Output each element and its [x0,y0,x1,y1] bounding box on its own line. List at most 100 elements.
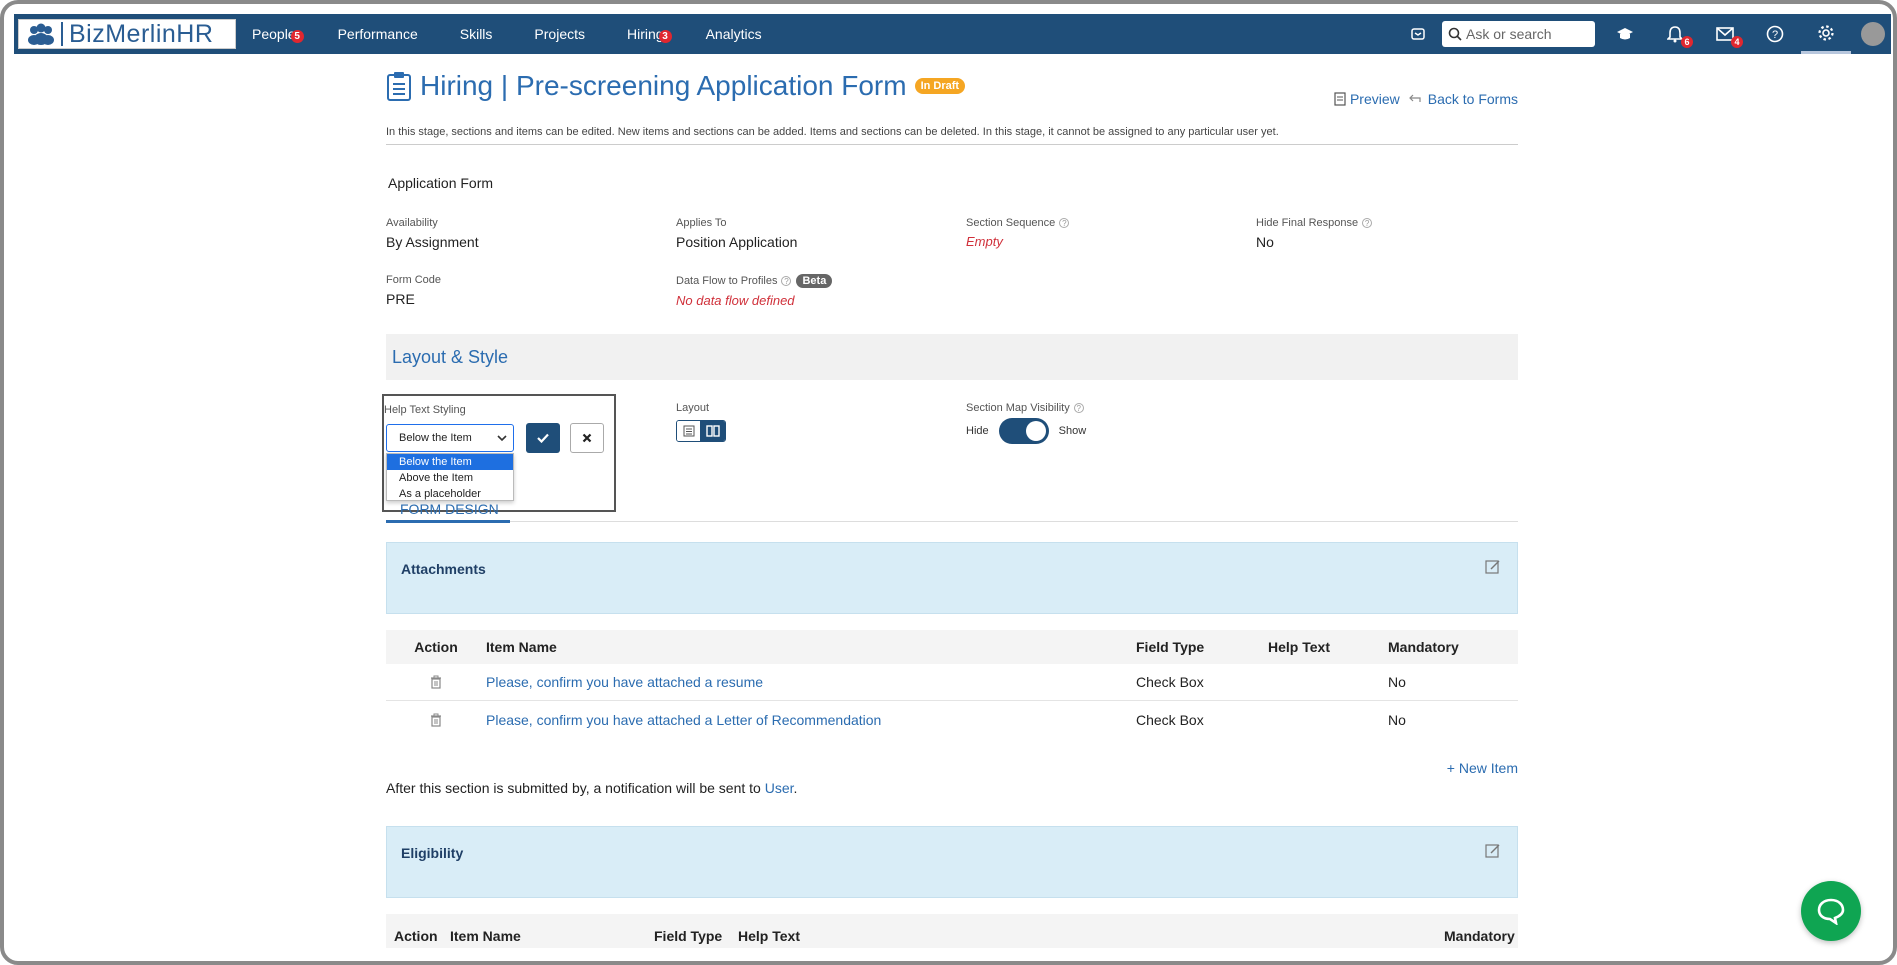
inbox-icon[interactable] [1406,22,1430,46]
hide-final-label-row: Hide Final Response? [1256,217,1518,229]
col-item-name: Item Name [486,639,557,655]
row-action [386,675,486,689]
avatar[interactable] [1861,22,1885,46]
item-name-link[interactable]: Please, confirm you have attached a Lett… [486,712,1136,728]
check-icon [537,433,549,443]
table-header: Action Item Name Field Type Help Text Ma… [386,630,1518,664]
top-navbar: BizMerlinHR People 5 Performance Skills P… [14,14,1891,54]
gear-icon [1818,24,1834,41]
data-flow-field: Data Flow to Profiles? Beta No data flow … [676,274,966,308]
cancel-button[interactable] [570,423,604,453]
availability-label: Availability [386,217,438,229]
mandatory: No [1388,711,1406,728]
attachments-items-table: Action Item Name Field Type Help Text Ma… [386,630,1518,738]
chat-button[interactable] [1801,881,1861,941]
help-icon[interactable]: ? [1763,22,1787,46]
nav-label: Skills [459,26,493,42]
form-code-field: Form Code PRE [386,274,676,308]
new-item-button[interactable]: + New Item [1447,760,1518,776]
nav-right-tools: Ask or search 6 4 ? [1406,14,1891,54]
trash-icon[interactable] [430,675,442,689]
stage-description: In this stage, sections and items can be… [386,126,1518,145]
preview-link[interactable]: Preview [1350,91,1400,107]
nav-item-performance[interactable]: Performance [338,26,418,42]
nav-item-analytics[interactable]: Analytics [706,26,762,42]
section-title: Eligibility [401,845,464,861]
col-action: Action [394,928,438,944]
edit-icon[interactable] [1485,559,1501,575]
col-help-text: Help Text [738,928,800,944]
nav-label: Performance [337,26,418,42]
two-column-layout-icon[interactable] [700,421,725,441]
close-icon [582,433,592,443]
hide-final-response-field: Hide Final Response? No [1256,217,1518,250]
notify-prefix: After this section is submitted by, a no… [386,780,761,796]
confirm-button[interactable] [526,423,560,453]
nav-label: Hiring [627,26,664,42]
section-map-visibility-control: Hide Show [966,418,1086,444]
help-text-styling-label: Help Text Styling [384,404,466,416]
notification-note: After this section is submitted by, a no… [386,780,1518,796]
help-text-styling-select[interactable]: Below the Item [386,424,514,452]
help-icon[interactable]: ? [781,276,792,286]
eligibility-section-header: Eligibility [386,826,1518,898]
chat-icon [1817,898,1845,925]
help-icon[interactable]: ? [1362,218,1373,228]
main-content: Hiring | Pre-screening Application Form … [382,66,1518,948]
back-to-forms-link[interactable]: Back to Forms [1428,91,1518,107]
help-text-styling-editor: Help Text Styling Below the Item Below t… [382,394,616,512]
layout-style-header: Layout & Style [386,334,1518,380]
learning-icon[interactable] [1613,22,1637,46]
col-action: Action [414,639,458,655]
section-sequence-label-row: Section Sequence? [966,217,1256,229]
section-sequence-value[interactable]: Empty [966,234,1256,249]
trash-icon[interactable] [430,713,442,727]
help-icon[interactable]: ? [1059,218,1070,228]
hiring-badge: 3 [658,30,672,43]
search-icon [1448,27,1462,41]
data-flow-label-row: Data Flow to Profiles? Beta [676,274,966,288]
tab-form-design[interactable]: FORM DESIGN [386,501,510,523]
back-arrow-icon [1408,94,1421,102]
mail-icon[interactable]: 4 [1713,22,1743,48]
section-map-visibility-toggle[interactable] [998,418,1049,444]
people-badge: 5 [290,30,304,43]
nav-item-hiring[interactable]: Hiring 3 [627,26,672,43]
help-icon[interactable]: ? [1073,403,1084,413]
single-column-layout-icon[interactable] [677,421,701,441]
help-text-styling-options: Below the Item Above the Item As a place… [386,453,514,501]
col-item-name: Item Name [450,928,521,944]
bell-icon[interactable]: 6 [1663,22,1693,48]
search-input[interactable]: Ask or search [1442,21,1595,47]
nav-item-skills[interactable]: Skills [460,26,493,42]
col-help-text: Help Text [1268,639,1330,655]
nav-label: Projects [534,26,585,42]
beta-badge: Beta [796,274,833,288]
notify-user-link[interactable]: User [765,780,794,796]
layout-toggle[interactable] [676,420,726,442]
main-nav: People 5 Performance Skills Projects Hiri… [252,26,804,43]
notification-badge: 6 [1681,36,1693,48]
table-row: Please, confirm you have attached a Lett… [386,701,1518,738]
data-flow-value[interactable]: No data flow defined [676,293,966,308]
new-item-link-row: + New Item [386,760,1518,776]
nav-item-projects[interactable]: Projects [534,26,585,42]
page-title: Hiring | Pre-screening Application Form [420,70,907,101]
layout-style-row: Help Text Styling Below the Item Below t… [382,394,1518,512]
option-above-item[interactable]: Above the Item [387,470,513,486]
item-name-link[interactable]: Please, confirm you have attached a resu… [486,674,1136,690]
col-field-type: Field Type [654,928,723,944]
option-below-item[interactable]: Below the Item [387,454,513,470]
attachments-section-header: Attachments [386,542,1518,614]
availability-value: By Assignment [386,234,479,250]
nav-item-people[interactable]: People 5 [252,26,304,43]
edit-icon[interactable] [1485,843,1501,859]
status-badge: In Draft [914,78,966,94]
row-action [386,713,486,727]
notify-suffix: . [793,780,798,796]
eligibility-table-header: Action Item Name Field Type Help Text Ma… [386,914,1518,948]
settings-tab[interactable] [1801,14,1851,54]
show-label: Show [1058,425,1087,437]
form-meta: Availability By Assignment Applies To Po… [386,217,1518,308]
brand-logo[interactable]: BizMerlinHR [18,19,236,49]
